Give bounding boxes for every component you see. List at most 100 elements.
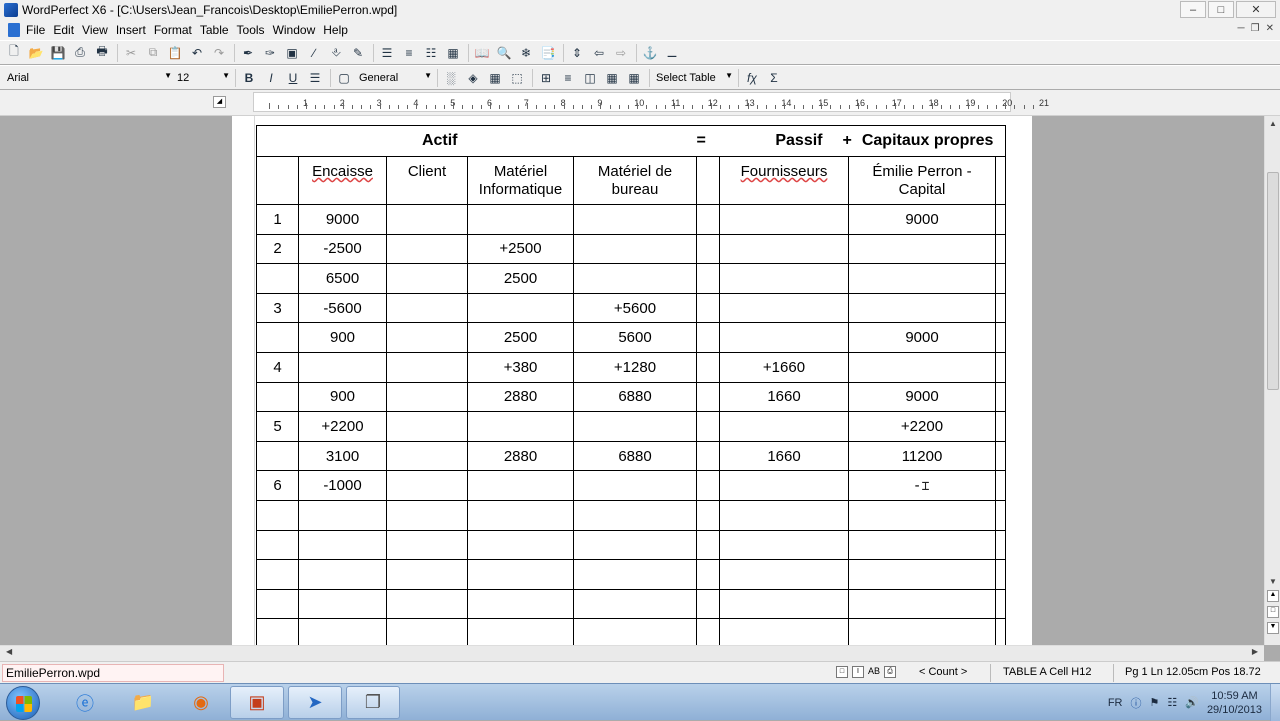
table-cell[interactable] — [386, 233, 468, 265]
empty-table-cell[interactable] — [573, 499, 697, 531]
table-cell[interactable]: 2 — [256, 233, 299, 265]
table-cell[interactable] — [256, 322, 299, 353]
flag-icon[interactable]: ⚑ — [1149, 696, 1159, 709]
empty-table-cell[interactable] — [467, 618, 574, 649]
doc-close-icon[interactable]: ✕ — [1266, 23, 1274, 34]
firefox-icon[interactable]: ◉ — [174, 686, 228, 719]
menu-insert[interactable]: Insert — [116, 23, 154, 37]
table-cell[interactable] — [995, 381, 1006, 413]
table-cell[interactable] — [467, 470, 574, 501]
line-icon[interactable]: ∕ — [304, 43, 324, 63]
internet-explorer-icon[interactable]: ⓔ — [58, 686, 112, 719]
clipboard-icon[interactable]: 📑 — [538, 43, 558, 63]
table-cell[interactable] — [848, 263, 996, 294]
table-cell[interactable] — [256, 263, 299, 294]
table-cell[interactable] — [848, 233, 996, 265]
snowflake-icon[interactable]: ❄ — [516, 43, 536, 63]
window-switcher-icon[interactable]: ❐ — [346, 686, 400, 719]
table-cell[interactable] — [386, 381, 468, 413]
table-cell[interactable] — [995, 440, 1006, 472]
close-button[interactable]: ✕ — [1236, 1, 1276, 18]
table-cell[interactable] — [386, 440, 468, 472]
empty-table-cell[interactable] — [696, 499, 720, 531]
table-cell[interactable] — [696, 322, 720, 353]
empty-table-cell[interactable] — [573, 559, 697, 590]
justify-icon[interactable]: ☰ — [305, 68, 325, 88]
insert-row-icon[interactable]: ⊞ — [536, 68, 556, 88]
table-cell[interactable]: 6880 — [573, 381, 697, 413]
copy-icon[interactable]: ⧉ — [143, 43, 163, 63]
table-cell[interactable] — [696, 233, 720, 265]
table-cell[interactable] — [995, 351, 1006, 383]
column-header-cell[interactable] — [256, 156, 299, 205]
doc-restore-icon[interactable]: ❐ — [1251, 23, 1260, 34]
table-cell[interactable]: 11200 — [848, 440, 996, 472]
cell-borders-icon[interactable]: ▦ — [485, 68, 505, 88]
empty-table-cell[interactable] — [696, 588, 720, 620]
spellcheck-icon[interactable]: AB — [868, 666, 880, 678]
empty-table-cell[interactable] — [298, 499, 387, 531]
numbering-icon[interactable]: ☰ — [377, 43, 397, 63]
empty-table-cell[interactable] — [696, 529, 720, 561]
empty-table-cell[interactable] — [573, 618, 697, 649]
table-cell[interactable] — [386, 204, 468, 235]
bullets-icon[interactable]: ≡ — [399, 43, 419, 63]
column-header-cell[interactable]: Matériel de bureau — [573, 156, 697, 205]
table-cell[interactable]: +2200 — [848, 411, 996, 442]
table-cell[interactable]: 6880 — [573, 440, 697, 472]
table-cell[interactable] — [696, 440, 720, 472]
table-cell[interactable] — [386, 351, 468, 383]
scroll-left-icon[interactable]: ◀ — [6, 647, 12, 656]
empty-table-cell[interactable] — [995, 499, 1006, 531]
highlight-icon[interactable]: ✒ — [238, 43, 258, 63]
book-icon[interactable]: 📖 — [472, 43, 492, 63]
table-cell[interactable]: +2200 — [298, 411, 387, 442]
empty-table-cell[interactable] — [256, 588, 299, 620]
column-header-cell[interactable]: Émilie Perron - Capital — [848, 156, 996, 205]
table-cell[interactable] — [719, 292, 849, 324]
clock[interactable]: 10:59 AM 29/10/2013 — [1207, 689, 1262, 717]
maximize-button[interactable]: □ — [1208, 1, 1234, 18]
help-icon[interactable]: ⓘ — [1130, 695, 1141, 711]
column-header-cell[interactable]: Encaisse — [298, 156, 387, 205]
pen-icon[interactable]: ✑ — [260, 43, 280, 63]
empty-table-cell[interactable] — [386, 588, 468, 620]
select-table-menu[interactable]: Select Table ▼ — [653, 68, 735, 87]
empty-table-cell[interactable] — [719, 529, 849, 561]
table-icon[interactable]: ▦ — [443, 43, 463, 63]
table-cell[interactable] — [848, 292, 996, 324]
empty-table-cell[interactable] — [995, 529, 1006, 561]
scroll-down-icon[interactable]: ▼ — [1265, 574, 1280, 590]
page-icon[interactable]: □ — [1267, 606, 1279, 618]
table-cell[interactable]: 2500 — [467, 322, 574, 353]
merge-cells-icon[interactable]: ▦ — [602, 68, 622, 88]
underline-button[interactable]: U — [283, 68, 303, 88]
table-cell[interactable]: 5 — [256, 411, 299, 442]
table-cell[interactable] — [298, 351, 387, 383]
empty-table-cell[interactable] — [848, 499, 996, 531]
table-cell[interactable]: +380 — [467, 351, 574, 383]
empty-table-cell[interactable] — [386, 499, 468, 531]
table-cell[interactable]: 3100 — [298, 440, 387, 472]
font-size-select[interactable]: 12 ▼ — [174, 68, 232, 87]
table-cell[interactable]: 900 — [298, 381, 387, 413]
select-icon[interactable]: ⬚ — [507, 68, 527, 88]
table-cell[interactable]: 6500 — [298, 263, 387, 294]
empty-table-cell[interactable] — [719, 618, 849, 649]
accounting-table[interactable]: Actif = Passif + Capitaux propres Encaiss… — [256, 125, 1006, 649]
table-cell[interactable] — [719, 204, 849, 235]
fill-color-icon[interactable]: ◈ — [463, 68, 483, 88]
empty-table-cell[interactable] — [386, 559, 468, 590]
table-cell[interactable] — [696, 204, 720, 235]
table-cell[interactable] — [995, 233, 1006, 265]
table-cell[interactable] — [719, 233, 849, 265]
redo-icon[interactable]: ↷ — [209, 43, 229, 63]
column-header-cell[interactable]: Fournisseurs — [719, 156, 849, 205]
sum-button[interactable]: Σ — [764, 68, 784, 88]
table-cell[interactable] — [995, 263, 1006, 294]
table-cell[interactable]: 2500 — [467, 263, 574, 294]
table-cell[interactable] — [573, 204, 697, 235]
table-cell[interactable]: +2500 — [467, 233, 574, 265]
empty-table-cell[interactable] — [467, 499, 574, 531]
table-cell[interactable]: 5600 — [573, 322, 697, 353]
